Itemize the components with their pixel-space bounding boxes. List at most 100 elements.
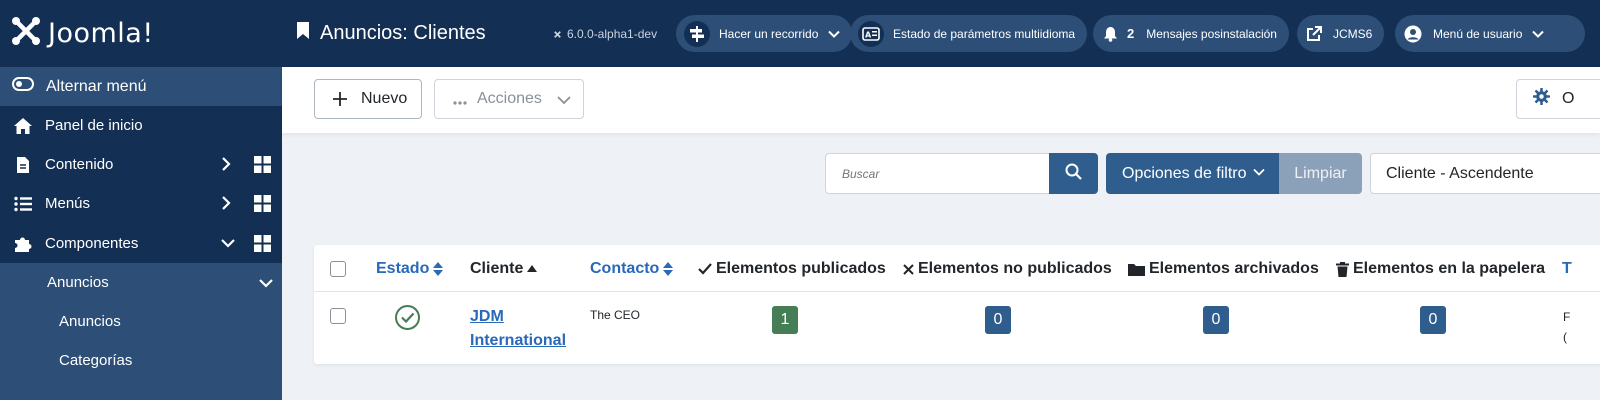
submenu-item-banners[interactable]: Anuncios <box>0 302 282 341</box>
published-status-icon[interactable] <box>394 304 421 336</box>
search-input[interactable] <box>825 153 1050 194</box>
table-header: Estado Cliente Contacto Elementos public… <box>314 245 1600 292</box>
submenu-group-label: Anuncios <box>47 274 109 291</box>
multilang-status-button[interactable]: A Estado de parámetros multiidioma <box>850 15 1088 52</box>
sort-asc-icon <box>527 265 538 273</box>
column-label: Elementos archivados <box>1149 260 1319 277</box>
search-button[interactable] <box>1049 153 1098 194</box>
sort-icon <box>663 262 674 276</box>
row-checkbox[interactable] <box>330 308 346 324</box>
submenu-item-label: Anuncios <box>59 313 121 330</box>
trashed-count-badge[interactable]: 0 <box>1420 306 1446 334</box>
sidebar: Joomla! Alternar menú Panel de inicio Co… <box>0 0 282 400</box>
column-label: Cliente <box>470 260 524 277</box>
search-icon <box>1065 163 1082 185</box>
sidebar-item-home[interactable]: Panel de inicio <box>0 106 282 145</box>
new-button[interactable]: Nuevo <box>314 79 422 119</box>
check-icon <box>698 263 712 275</box>
user-menu-button[interactable]: Menú de usuario <box>1395 15 1585 52</box>
postinstall-count: 2 <box>1127 26 1135 41</box>
client-name-line: JDM <box>470 308 504 325</box>
multilang-label: Estado de parámetros multiidioma <box>893 26 1076 41</box>
version-text: 6.0.0-alpha1-dev <box>567 27 658 41</box>
next-column-text: ( <box>1563 330 1567 344</box>
list-icon <box>12 196 34 212</box>
column-status[interactable]: Estado <box>376 260 444 278</box>
filter-options-button[interactable]: Opciones de filtro <box>1106 153 1279 194</box>
chevron-right-icon[interactable] <box>220 156 232 176</box>
site-label: JCMS6 <box>1333 26 1373 41</box>
site-link-button[interactable]: JCMS6 <box>1297 15 1385 52</box>
column-label: Contacto <box>590 260 660 277</box>
select-all-checkbox[interactable] <box>330 261 346 277</box>
tour-button[interactable]: Hacer un recorrido <box>676 15 853 52</box>
actions-dropdown[interactable]: Acciones <box>434 79 584 119</box>
column-unpublished: Elementos no publicados <box>903 260 1112 278</box>
signpost-icon <box>684 20 710 47</box>
unpublished-count-badge[interactable]: 0 <box>985 306 1011 334</box>
chevron-down-icon <box>557 93 571 112</box>
page-title: Anuncios: Clientes <box>296 21 486 46</box>
sort-icon <box>433 262 444 276</box>
next-column-text: F <box>1563 310 1571 324</box>
toolbar: Nuevo Acciones O <box>282 67 1600 133</box>
column-trashed: Elementos en la papelera <box>1336 260 1545 278</box>
sidebar-item-content[interactable]: Contenido <box>0 145 282 184</box>
clear-label: Limpiar <box>1294 164 1347 182</box>
column-next[interactable]: T <box>1562 260 1572 278</box>
page-title-text: Anuncios: Clientes <box>320 22 486 44</box>
top-header: Anuncios: Clientes 6.0.0-alpha1-dev Hace… <box>282 0 1600 67</box>
sidebar-item-menus[interactable]: Menús <box>0 184 282 223</box>
column-label: Elementos publicados <box>716 260 886 277</box>
chevron-down-icon[interactable] <box>258 275 274 295</box>
column-label: Elementos en la papelera <box>1353 260 1546 277</box>
toggle-menu-label: Alternar menú <box>46 77 147 95</box>
filter-options-label: Opciones de filtro <box>1122 164 1247 182</box>
chevron-down-icon[interactable] <box>220 235 236 255</box>
next-column-cell: F ( <box>1563 307 1570 347</box>
chevron-right-icon[interactable] <box>220 195 232 215</box>
gear-icon <box>1533 88 1550 110</box>
client-name-link[interactable]: JDM International <box>470 305 570 353</box>
column-client[interactable]: Cliente <box>470 260 538 278</box>
language-icon: A <box>858 20 884 47</box>
bookmark-icon <box>296 21 310 46</box>
dashboard-grid-icon[interactable] <box>254 195 271 216</box>
version-info: 6.0.0-alpha1-dev <box>552 27 657 41</box>
column-label: T <box>1562 260 1572 277</box>
published-count-badge[interactable]: 1 <box>772 306 798 334</box>
toggle-icon <box>12 77 34 96</box>
sidebar-item-label: Componentes <box>45 235 139 252</box>
archived-count-badge[interactable]: 0 <box>1203 306 1229 334</box>
clear-button[interactable]: Limpiar <box>1279 153 1362 194</box>
folder-icon <box>1128 263 1145 276</box>
options-button[interactable]: O <box>1516 79 1600 119</box>
home-icon <box>12 117 34 135</box>
svg-text:A: A <box>865 30 872 39</box>
postinstall-label: Mensajes posinstalación <box>1146 26 1277 41</box>
dashboard-grid-icon[interactable] <box>254 235 271 256</box>
external-link-icon <box>1305 21 1323 47</box>
submenu-item-label: Categorías <box>59 352 133 369</box>
sort-select[interactable]: Cliente - Ascendente <box>1370 153 1600 194</box>
dashboard-grid-icon[interactable] <box>254 156 271 177</box>
plus-icon <box>333 86 347 112</box>
chevron-down-icon <box>1532 28 1545 40</box>
user-circle-icon <box>1403 21 1423 47</box>
column-contact[interactable]: Contacto <box>590 260 674 278</box>
joomla-logo[interactable]: Joomla! <box>0 0 282 66</box>
sort-value: Cliente - Ascendente <box>1386 164 1534 182</box>
postinstall-messages-button[interactable]: 2 Mensajes posinstalación <box>1093 15 1289 52</box>
chevron-down-icon <box>828 28 841 40</box>
submenu-item-categories[interactable]: Categorías <box>0 341 282 380</box>
sidebar-item-components[interactable]: Componentes <box>0 224 282 263</box>
toggle-menu-button[interactable]: Alternar menú <box>0 67 282 106</box>
submenu-group-banners[interactable]: Anuncios <box>0 263 282 302</box>
file-icon <box>12 156 34 174</box>
column-label: Elementos no publicados <box>918 260 1112 277</box>
options-label: O <box>1562 90 1575 107</box>
puzzle-icon <box>12 234 34 254</box>
trash-icon <box>1336 261 1349 277</box>
actions-label: Acciones <box>477 90 542 107</box>
sidebar-item-label: Menús <box>45 195 91 212</box>
